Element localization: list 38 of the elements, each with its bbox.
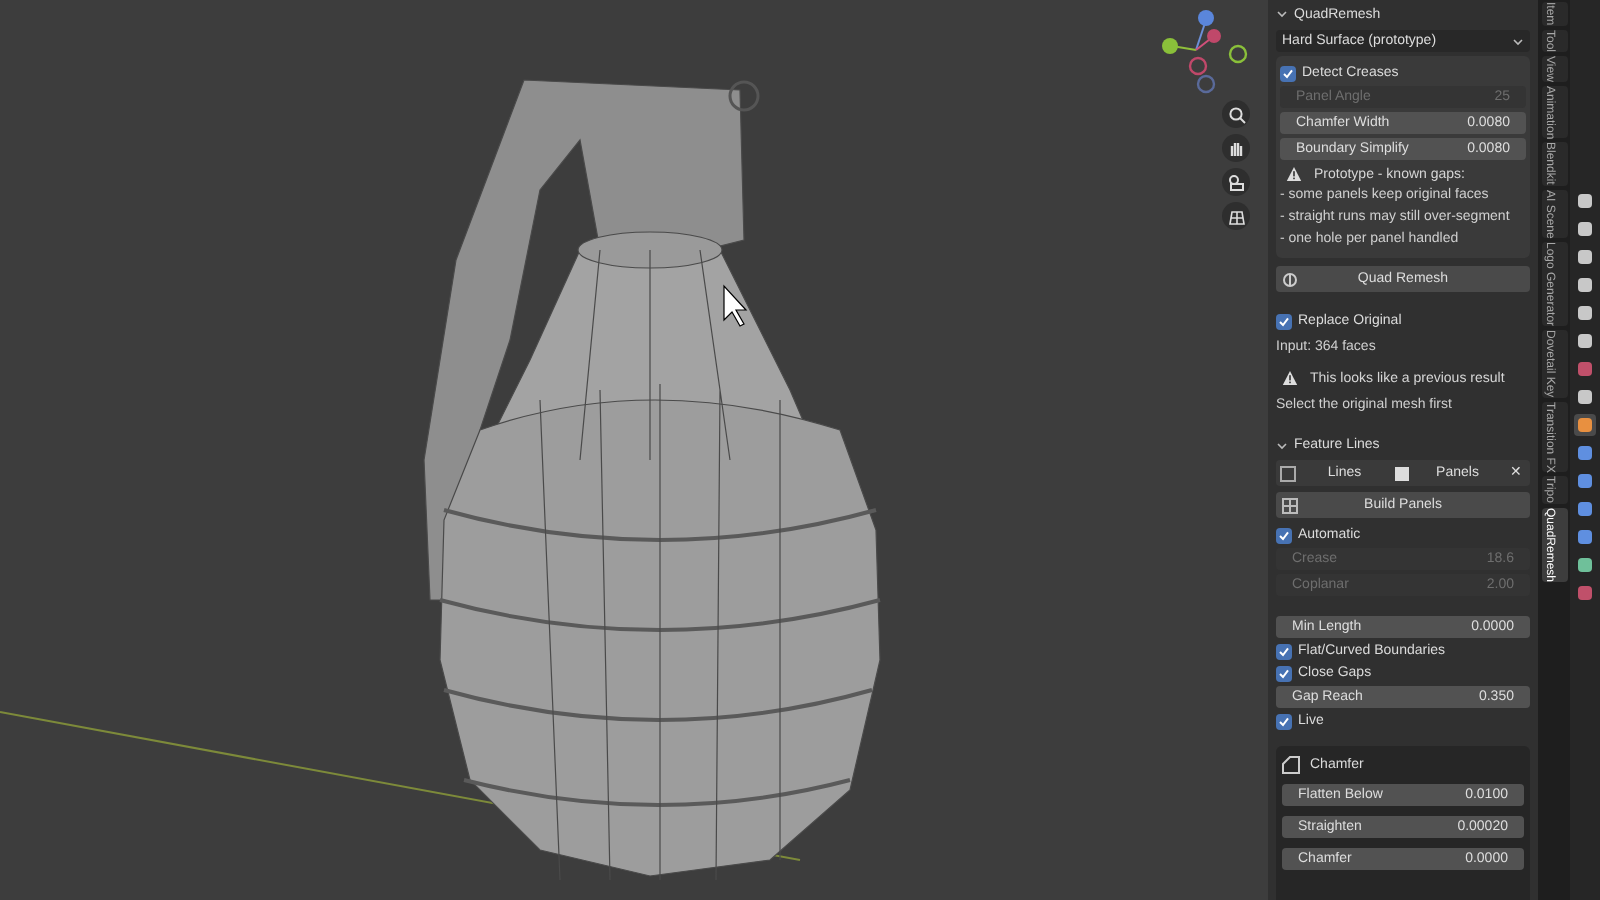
- warning-icon: [1286, 166, 1302, 182]
- caret-icon[interactable]: [1276, 8, 1288, 20]
- checkbox[interactable]: [1276, 713, 1292, 729]
- check-icon: [1278, 529, 1290, 541]
- property-tab-icon[interactable]: [1574, 442, 1596, 464]
- checkbox[interactable]: [1280, 65, 1296, 81]
- panels-icon: [1393, 465, 1409, 481]
- grid-icon[interactable]: [1222, 202, 1250, 230]
- remesh-icon: [1282, 271, 1298, 287]
- property-tab-icon[interactable]: [1574, 414, 1596, 436]
- 3d-viewport[interactable]: [0, 0, 1268, 900]
- property-tab-icon[interactable]: [1574, 302, 1596, 324]
- zoom-icon[interactable]: [1222, 100, 1250, 128]
- property-tab-icon[interactable]: [1574, 554, 1596, 576]
- checkbox[interactable]: [1276, 643, 1292, 659]
- checkbox[interactable]: [1276, 665, 1292, 681]
- navigation-gizmo-drawing: [1162, 10, 1248, 94]
- property-tab-icon[interactable]: [1574, 274, 1596, 296]
- property-tab-icon[interactable]: [1574, 386, 1596, 408]
- check-icon: [1282, 67, 1294, 79]
- mouse-cursor-icon: [723, 284, 748, 327]
- chamfer-icon: [1282, 755, 1300, 773]
- grid-icon: [1282, 497, 1298, 513]
- checkbox[interactable]: [1276, 313, 1292, 329]
- property-tab-icon[interactable]: [1574, 190, 1596, 212]
- property-tab-icon[interactable]: [1574, 470, 1596, 492]
- property-tab-icon[interactable]: [1574, 330, 1596, 352]
- caret-icon[interactable]: [1512, 35, 1524, 47]
- property-tab-icon[interactable]: [1574, 246, 1596, 268]
- property-tab-icon[interactable]: [1574, 498, 1596, 520]
- check-icon: [1278, 715, 1290, 727]
- caret-icon[interactable]: [1276, 439, 1288, 451]
- checkbox[interactable]: [1276, 527, 1292, 543]
- property-tab-icon[interactable]: [1574, 218, 1596, 240]
- check-icon: [1278, 315, 1290, 327]
- lines-icon: [1280, 465, 1296, 481]
- warning-icon: [1282, 370, 1298, 386]
- property-tab-icon[interactable]: [1574, 526, 1596, 548]
